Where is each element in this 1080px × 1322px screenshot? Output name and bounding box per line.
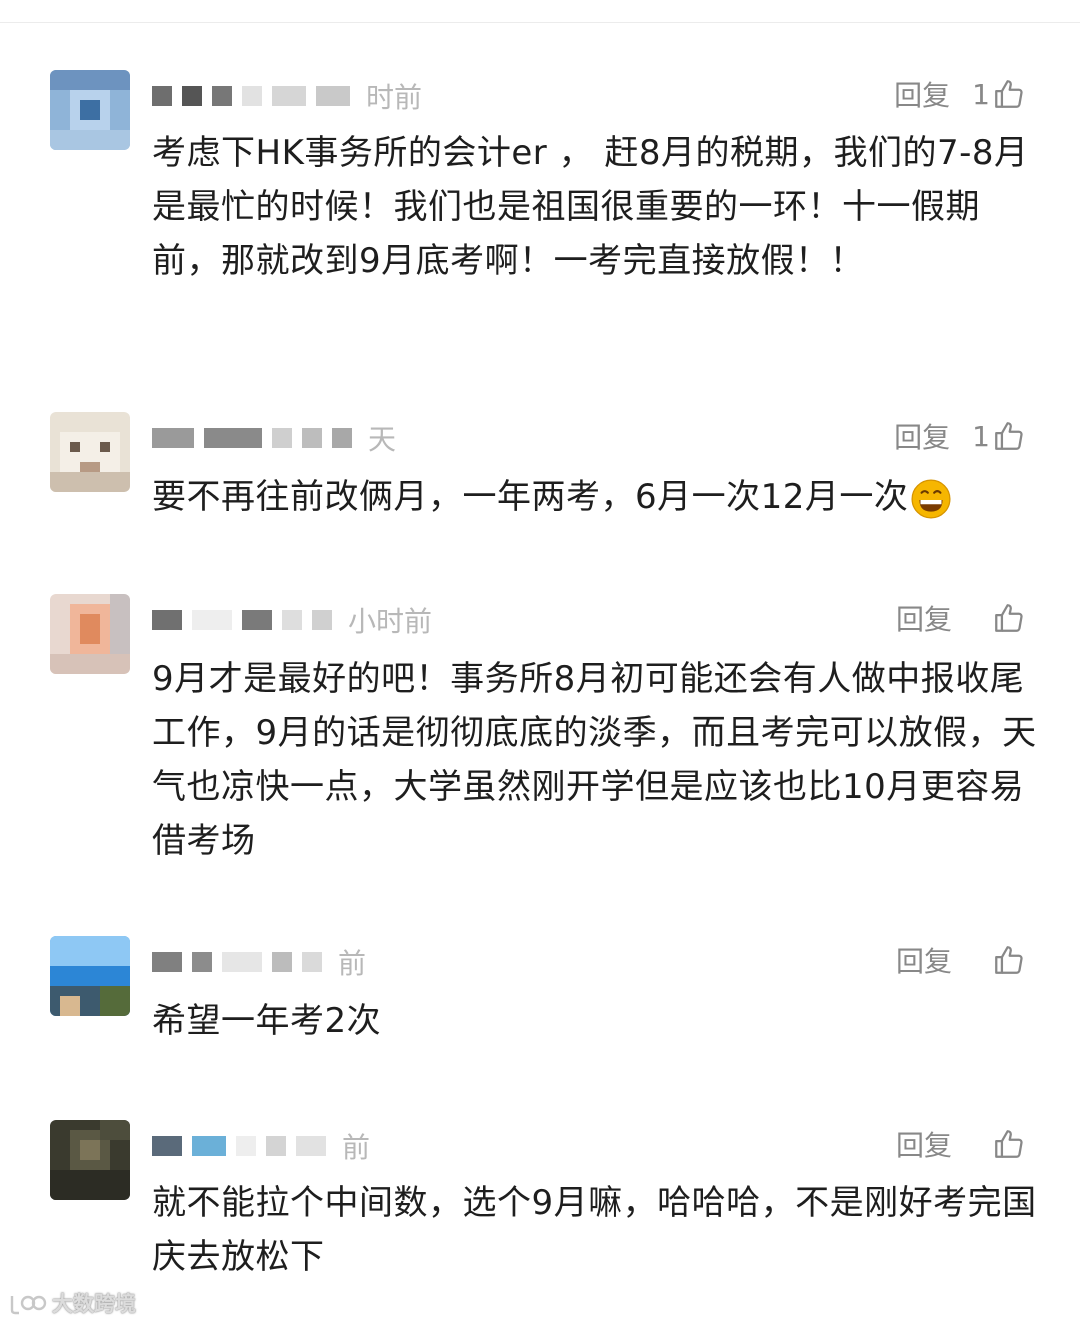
blurred-username	[152, 86, 172, 106]
reply-button[interactable]: 回复	[896, 940, 952, 980]
like-count: 1	[972, 419, 990, 453]
reply-button[interactable]: 回复	[896, 598, 952, 638]
like-button[interactable]	[990, 601, 1026, 635]
thumbs-up-icon	[992, 77, 1026, 111]
thumbs-up-icon	[992, 1127, 1026, 1161]
blurred-username	[152, 610, 182, 630]
comment-actions: 回复	[896, 598, 1026, 638]
blurred-username	[272, 952, 292, 972]
comment-time: 时前	[366, 81, 423, 114]
blurred-username	[192, 1136, 226, 1156]
brand-logo-icon	[8, 1290, 48, 1316]
watermark-text: 大数跨境	[52, 1292, 136, 1316]
like-count: 1	[972, 77, 990, 111]
blurred-username	[192, 952, 212, 972]
comment-meta: 前	[152, 944, 366, 980]
comment-time: 前	[342, 1131, 371, 1164]
comment-text: 9月才是最好的吧！事务所8月初可能还会有人做中报收尾工作，9月的话是彻彻底底的淡…	[152, 659, 1037, 861]
like-button[interactable]	[990, 943, 1026, 977]
top-divider	[0, 22, 1080, 23]
comment-time: 小时前	[348, 605, 433, 638]
comment-meta: 天	[152, 420, 396, 456]
like-button[interactable]: 1	[972, 77, 1026, 111]
comment-text: 要不再往前改俩月，一年两考，6月一次12月一次	[152, 470, 1037, 524]
avatar[interactable]	[50, 936, 130, 1016]
comment-text-body: 要不再往前改俩月，一年两考，6月一次12月一次	[152, 477, 909, 517]
blurred-username	[192, 610, 232, 630]
blurred-username	[236, 1136, 256, 1156]
comment-text: 考虑下HK事务所的会计er ， 赶8月的税期，我们的7-8月是最忙的时候！我们也…	[152, 133, 1029, 281]
blurred-username	[272, 86, 306, 106]
comment-text: 就不能拉个中间数，选个9月嘛，哈哈哈，不是刚好考完国庆去放松下	[152, 1183, 1037, 1277]
blurred-username	[242, 610, 272, 630]
like-button[interactable]: 1	[972, 419, 1026, 453]
comment-actions: 回复	[896, 1124, 1026, 1164]
comment-time: 天	[368, 423, 397, 456]
blurred-username	[212, 86, 232, 106]
blurred-username	[222, 952, 262, 972]
like-button[interactable]	[990, 1127, 1026, 1161]
comment-actions: 回复	[896, 940, 1026, 980]
comment-meta: 时前	[152, 78, 422, 114]
thumbs-up-icon	[992, 943, 1026, 977]
blurred-username	[302, 952, 322, 972]
grinning-face-emoji	[910, 478, 952, 520]
blurred-username	[302, 428, 322, 448]
blurred-username	[152, 952, 182, 972]
avatar[interactable]	[50, 70, 130, 150]
avatar[interactable]	[50, 594, 130, 674]
comment-meta: 前	[152, 1128, 370, 1164]
avatar[interactable]	[50, 1120, 130, 1200]
comment-actions: 回复 1	[894, 74, 1026, 114]
blurred-username	[296, 1136, 326, 1156]
blurred-username	[152, 1136, 182, 1156]
blurred-username	[316, 86, 350, 106]
comment-text: 希望一年考2次	[152, 1001, 382, 1041]
blurred-username	[266, 1136, 286, 1156]
blurred-username	[332, 428, 352, 448]
comment-actions: 回复 1	[894, 416, 1026, 456]
comment-meta: 小时前	[152, 602, 432, 638]
blurred-username	[152, 428, 194, 448]
blurred-username	[272, 428, 292, 448]
comment-time: 前	[338, 947, 367, 980]
blurred-username	[282, 610, 302, 630]
watermark: 大数跨境	[8, 1288, 136, 1318]
blurred-username	[204, 428, 262, 448]
reply-button[interactable]: 回复	[894, 416, 950, 456]
reply-button[interactable]: 回复	[896, 1124, 952, 1164]
blurred-username	[242, 86, 262, 106]
blurred-username	[312, 610, 332, 630]
thumbs-up-icon	[992, 419, 1026, 453]
reply-button[interactable]: 回复	[894, 74, 950, 114]
thumbs-up-icon	[992, 601, 1026, 635]
blurred-username	[182, 86, 202, 106]
avatar[interactable]	[50, 412, 130, 492]
